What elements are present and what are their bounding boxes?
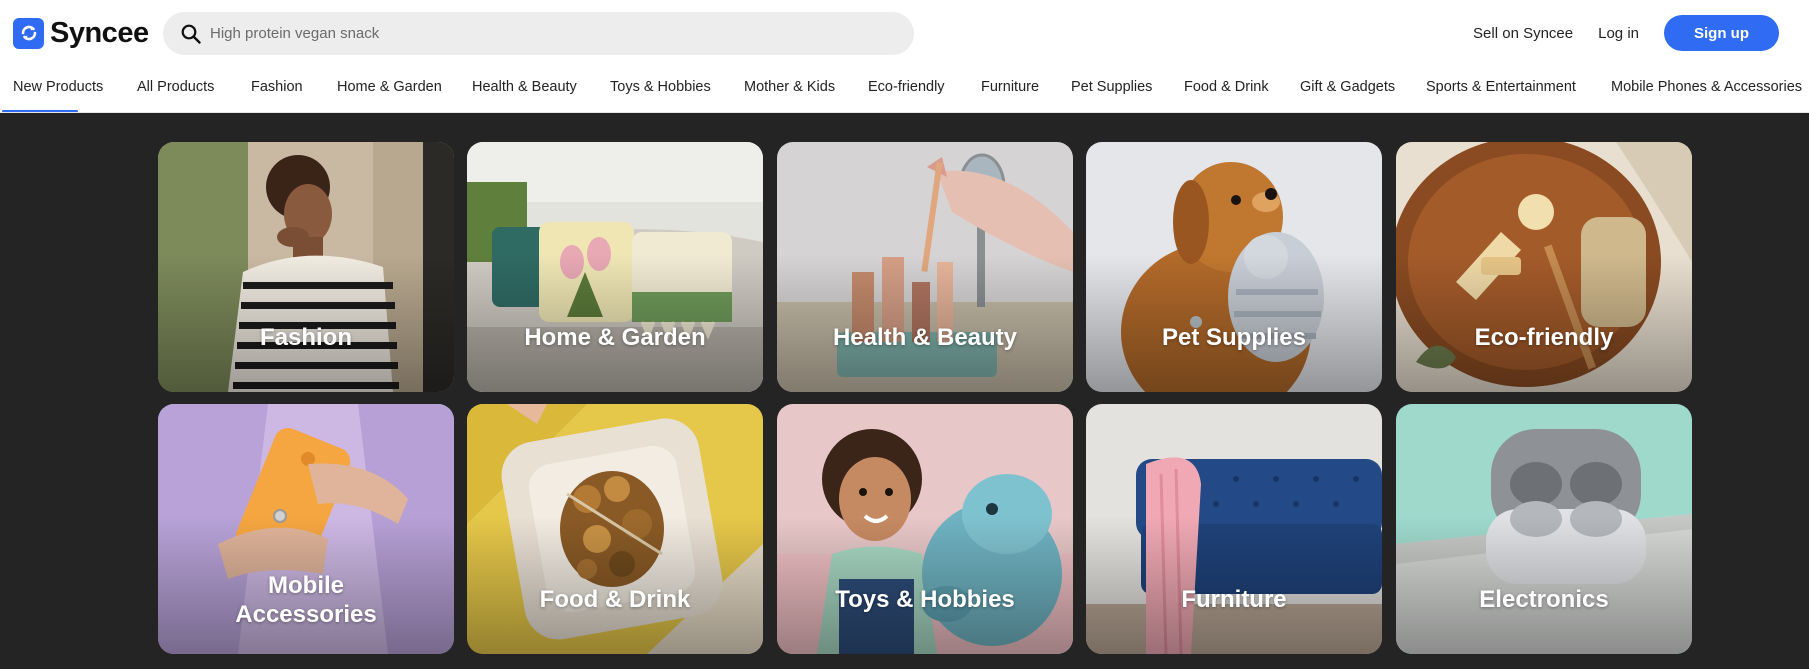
signup-button[interactable]: Sign up (1664, 15, 1779, 51)
category-tile-home-garden[interactable]: Home & Garden (467, 142, 763, 392)
tile-shade (777, 404, 1073, 654)
header-actions: Sell on Syncee Log in Sign up (1473, 15, 1779, 51)
active-tab-indicator (2, 110, 78, 112)
search-input[interactable] (210, 25, 890, 42)
category-tile-food-drink[interactable]: Food & Drink (467, 404, 763, 654)
category-tile-health-beauty[interactable]: Health & Beauty (777, 142, 1073, 392)
tile-shade (1396, 142, 1692, 392)
tile-label-line2: Accessories (235, 601, 377, 628)
nav-furniture[interactable]: Furniture (981, 79, 1039, 95)
tile-label: Health & Beauty (832, 324, 1018, 351)
tile-label: Furniture (1181, 586, 1287, 613)
nav-food-drink[interactable]: Food & Drink (1184, 79, 1269, 95)
nav-new-products[interactable]: New Products (13, 79, 103, 95)
tile-label-line1: Mobile (268, 572, 344, 599)
search-bar[interactable] (163, 12, 914, 55)
nav-health-beauty[interactable]: Health & Beauty (472, 79, 577, 95)
category-tile-pet-supplies[interactable]: Pet Supplies (1086, 142, 1382, 392)
tile-shade (1086, 404, 1382, 654)
nav-fashion[interactable]: Fashion (251, 79, 303, 95)
nav-gift-gadgets[interactable]: Gift & Gadgets (1300, 79, 1395, 95)
search-icon (181, 24, 201, 44)
nav-mother-kids[interactable]: Mother & Kids (744, 79, 835, 95)
tile-shade (777, 142, 1073, 392)
category-tile-fashion[interactable]: Fashion (158, 142, 454, 392)
category-tile-eco-friendly[interactable]: Eco-friendly (1396, 142, 1692, 392)
tile-label: Pet Supplies (1161, 324, 1307, 351)
sell-on-syncee-link[interactable]: Sell on Syncee (1473, 25, 1573, 42)
tile-shade (1396, 404, 1692, 654)
nav-sports-entertainment[interactable]: Sports & Entertainment (1426, 79, 1576, 95)
category-grid: Fashion Home & Garden Health & Beauty Pe… (158, 142, 1694, 654)
tile-label: Eco-friendly (1474, 324, 1614, 351)
tile-shade (1086, 142, 1382, 392)
brand-name: Syncee (50, 16, 149, 49)
category-tile-toys-hobbies[interactable]: Toys & Hobbies (777, 404, 1073, 654)
top-bar: Syncee Sell on Syncee Log in Sign up (0, 0, 1809, 66)
nav-home-garden[interactable]: Home & Garden (337, 79, 442, 95)
tile-label: Electronics (1479, 586, 1609, 613)
tile-label: Food & Drink (539, 586, 691, 613)
tile-label: Toys & Hobbies (835, 586, 1015, 613)
nav-eco-friendly[interactable]: Eco-friendly (868, 79, 945, 95)
category-nav: New Products All Products Fashion Home &… (0, 66, 1809, 113)
syncee-logo[interactable]: Syncee (13, 17, 149, 49)
category-tile-electronics[interactable]: Electronics (1396, 404, 1692, 654)
tile-label: Mobile Accessories (158, 571, 454, 629)
tile-shade (158, 142, 454, 392)
sync-arrows-icon (13, 17, 44, 49)
nav-all-products[interactable]: All Products (137, 79, 214, 95)
nav-pet-supplies[interactable]: Pet Supplies (1071, 79, 1152, 95)
category-tile-furniture[interactable]: Furniture (1086, 404, 1382, 654)
tile-shade (467, 404, 763, 654)
tile-shade (467, 142, 763, 392)
tile-label: Fashion (259, 324, 352, 351)
category-tile-mobile-accessories[interactable]: Mobile Accessories (158, 404, 454, 654)
nav-mobile-phones-accessories[interactable]: Mobile Phones & Accessories (1611, 79, 1802, 95)
tile-label: Home & Garden (524, 324, 706, 351)
login-link[interactable]: Log in (1598, 25, 1639, 42)
nav-toys-hobbies[interactable]: Toys & Hobbies (610, 79, 711, 95)
